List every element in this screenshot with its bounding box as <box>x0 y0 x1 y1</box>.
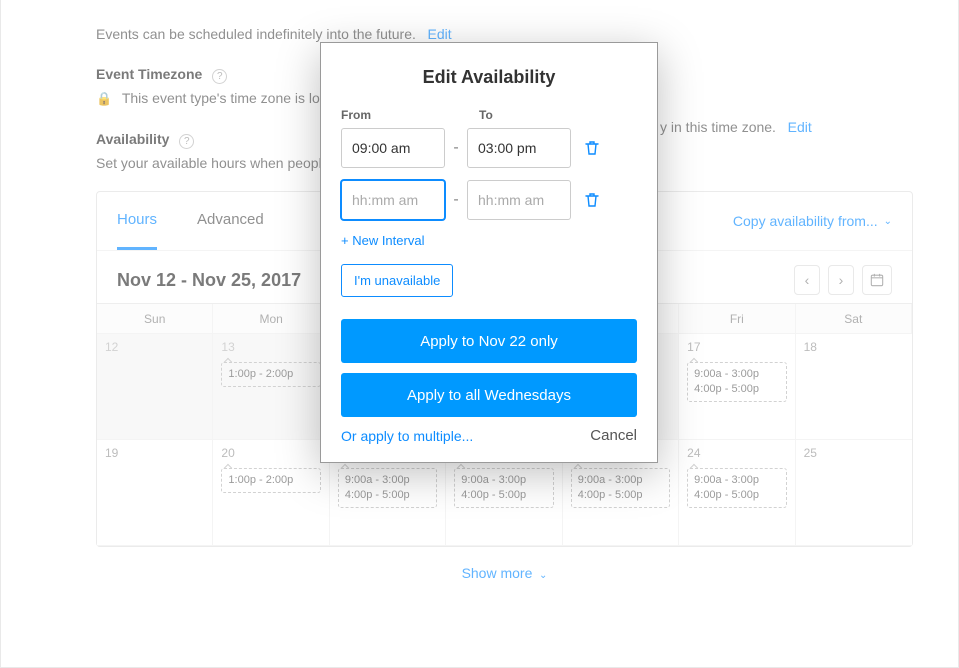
new-interval-link[interactable]: + New Interval <box>341 233 424 248</box>
day-number: 25 <box>804 446 904 460</box>
modal-footer: Or apply to multiple... Cancel <box>341 427 637 444</box>
time-slot[interactable]: 9:00a - 3:00p4:00p - 5:00p <box>687 468 786 508</box>
time-slot[interactable]: 9:00a - 3:00p4:00p - 5:00p <box>687 362 786 402</box>
date-nav: ‹ › <box>794 265 892 295</box>
from-input-1[interactable] <box>341 180 445 220</box>
chevron-down-icon: ⌄ <box>884 216 892 227</box>
availability-heading-label: Availability <box>96 131 169 147</box>
delete-interval-0[interactable] <box>579 135 605 161</box>
edit-availability-modal: Edit Availability From To - - + New Inte… <box>320 42 658 463</box>
from-input-0[interactable] <box>341 128 445 168</box>
day-cell[interactable]: 18 <box>796 334 912 440</box>
dash-separator: - <box>453 139 459 157</box>
trash-icon <box>585 140 599 156</box>
lock-icon: 🔒 <box>96 91 112 107</box>
show-more-label: Show more <box>462 565 533 581</box>
time-slot[interactable]: 9:00a - 3:00p4:00p - 5:00p <box>454 468 553 508</box>
calendar-button[interactable] <box>862 265 892 295</box>
day-header: Sun <box>97 304 213 334</box>
cancel-button[interactable]: Cancel <box>590 427 637 444</box>
time-slot[interactable]: 9:00a - 3:00p4:00p - 5:00p <box>571 468 670 508</box>
to-label: To <box>479 108 493 122</box>
day-cell[interactable]: 17 9:00a - 3:00p4:00p - 5:00p <box>679 334 795 440</box>
apply-multiple-link[interactable]: Or apply to multiple... <box>341 428 473 444</box>
day-cell[interactable]: 24 9:00a - 3:00p4:00p - 5:00p <box>679 440 795 546</box>
apply-single-button[interactable]: Apply to Nov 22 only <box>341 319 637 363</box>
day-number: 13 <box>221 340 320 354</box>
day-cell: 12 <box>97 334 213 440</box>
tab-hours[interactable]: Hours <box>117 192 157 250</box>
timezone-locked-suffix: y in this time zone. Edit <box>660 119 812 135</box>
to-input-0[interactable] <box>467 128 571 168</box>
from-label: From <box>341 108 445 122</box>
modal-title: Edit Availability <box>341 67 637 88</box>
date-range: Nov 12 - Nov 25, 2017 <box>117 270 301 291</box>
time-row-0: - <box>341 128 637 168</box>
calendar-icon <box>870 273 884 287</box>
time-slot[interactable]: 1:00p - 2:00p <box>221 362 320 387</box>
help-icon[interactable]: ? <box>179 134 194 149</box>
to-input-1[interactable] <box>467 180 571 220</box>
day-number: 24 <box>687 446 786 460</box>
timezone-suffix-label: y in this time zone. <box>660 119 776 135</box>
next-week-button[interactable]: › <box>828 265 854 295</box>
tab-advanced[interactable]: Advanced <box>197 192 264 250</box>
show-more-link[interactable]: Show more ⌄ <box>462 565 548 581</box>
time-slot[interactable]: 1:00p - 2:00p <box>221 468 320 493</box>
time-row-1: - <box>341 180 637 220</box>
indefinite-label: Events can be scheduled indefinitely int… <box>96 26 416 42</box>
timezone-edit-link[interactable]: Edit <box>788 119 812 135</box>
show-more-row: Show more ⌄ <box>96 547 913 587</box>
copy-availability-link[interactable]: Copy availability from... ⌄ <box>733 213 892 229</box>
day-header: Fri <box>679 304 795 334</box>
dash-separator: - <box>453 191 459 209</box>
day-number: 18 <box>804 340 904 354</box>
chevron-down-icon: ⌄ <box>536 570 547 581</box>
day-number: 17 <box>687 340 786 354</box>
help-icon[interactable]: ? <box>212 69 227 84</box>
unavailable-button[interactable]: I'm unavailable <box>341 264 453 297</box>
time-slot[interactable]: 9:00a - 3:00p4:00p - 5:00p <box>338 468 437 508</box>
timezone-heading-label: Event Timezone <box>96 66 202 82</box>
day-number: 12 <box>105 340 204 354</box>
apply-recurring-button[interactable]: Apply to all Wednesdays <box>341 373 637 417</box>
day-header: Sat <box>796 304 912 334</box>
indefinite-text: Events can be scheduled indefinitely int… <box>96 26 913 42</box>
delete-interval-1[interactable] <box>579 187 605 213</box>
tabs: Hours Advanced <box>117 192 264 250</box>
day-cell[interactable]: 20 1:00p - 2:00p <box>213 440 329 546</box>
day-cell[interactable]: 25 <box>796 440 912 546</box>
time-labels: From To <box>341 108 637 122</box>
trash-icon <box>585 192 599 208</box>
day-number: 19 <box>105 446 204 460</box>
day-cell: 13 1:00p - 2:00p <box>213 334 329 440</box>
prev-week-button[interactable]: ‹ <box>794 265 820 295</box>
day-header: Mon <box>213 304 329 334</box>
day-cell[interactable]: 19 <box>97 440 213 546</box>
indefinite-edit-link[interactable]: Edit <box>428 26 452 42</box>
timezone-locked-prefix: This event type's time zone is locked <box>122 90 350 106</box>
copy-availability-label: Copy availability from... <box>733 213 878 229</box>
day-number: 20 <box>221 446 320 460</box>
